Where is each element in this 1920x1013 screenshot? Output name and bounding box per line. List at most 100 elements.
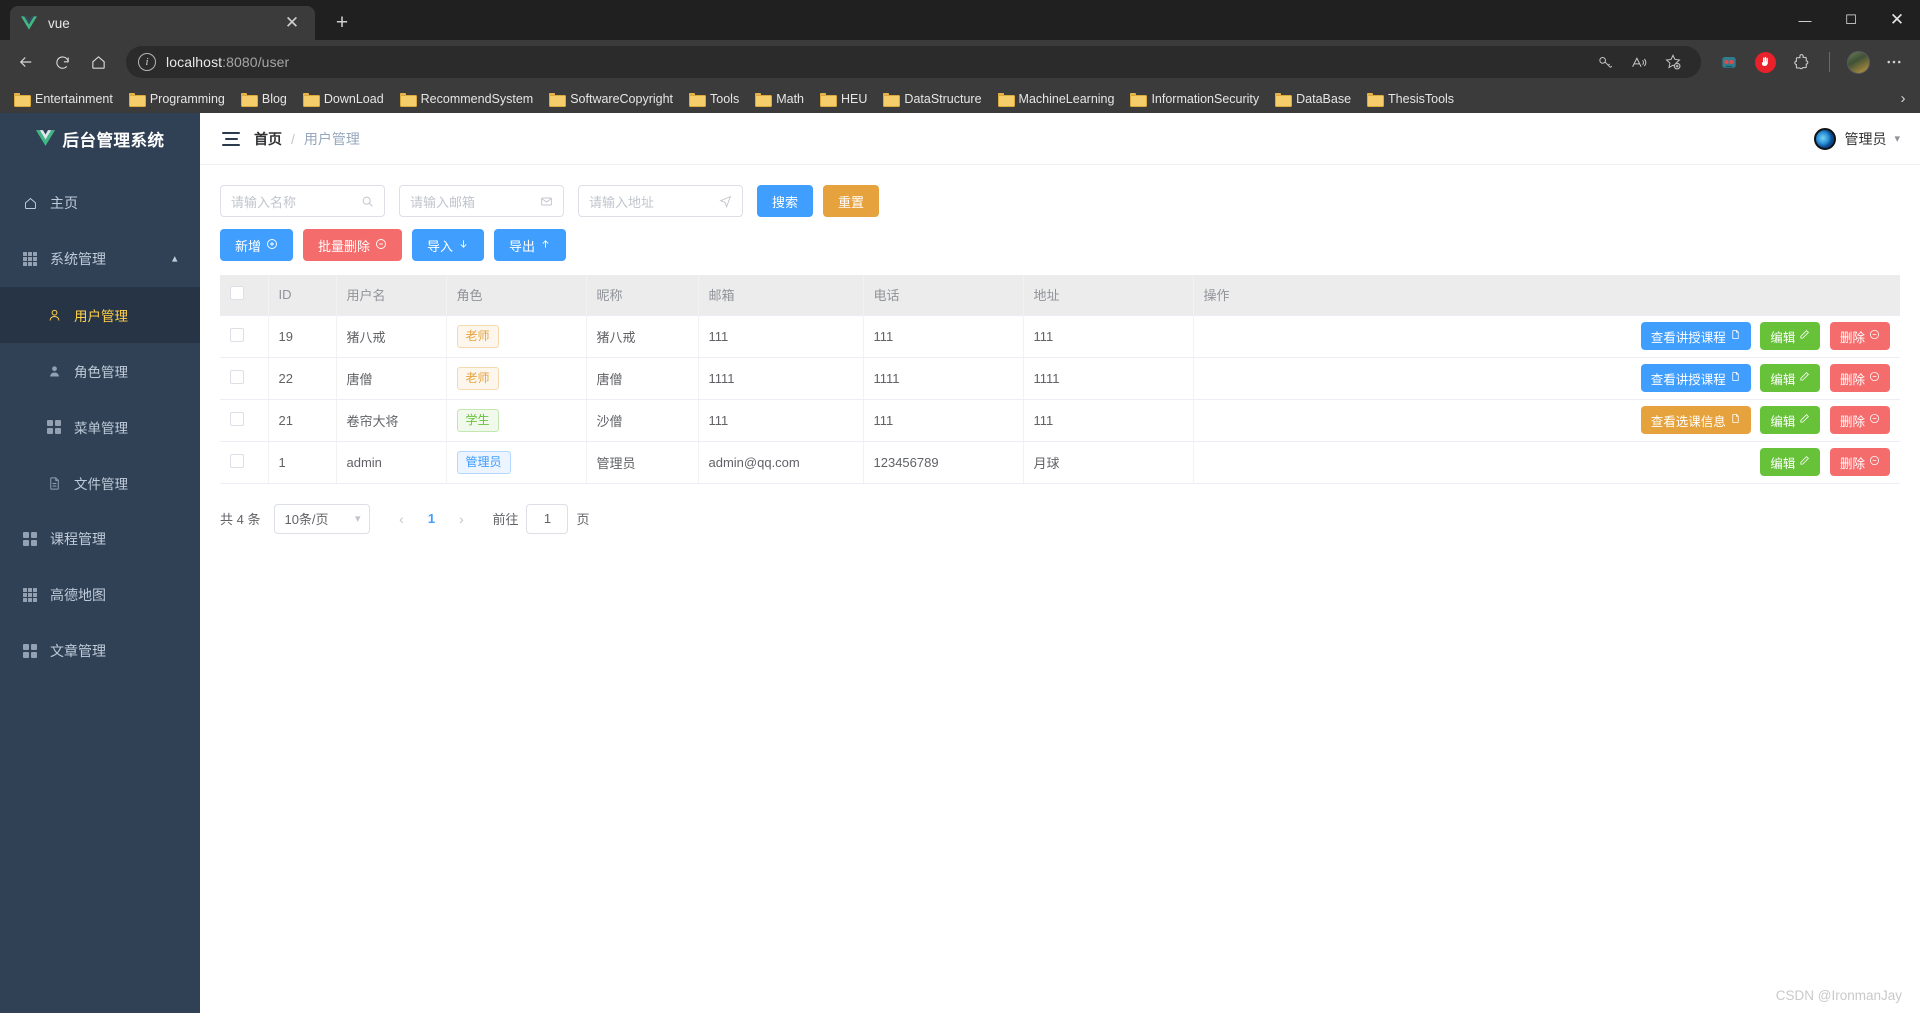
minimize-button[interactable]: — — [1782, 0, 1828, 40]
sidebar-logo[interactable]: 后台管理系统 — [0, 113, 200, 165]
sidebar-item-amap[interactable]: 高德地图 — [0, 567, 200, 623]
circle-minus-icon — [1869, 329, 1880, 343]
chevron-right-icon[interactable]: › — [1892, 90, 1914, 107]
reset-button[interactable]: 重置 — [823, 185, 880, 217]
profile-avatar-icon[interactable] — [1842, 46, 1874, 78]
search-button[interactable]: 搜索 — [757, 185, 814, 217]
table-row[interactable]: 1 admin 管理员 管理员 admin@qq.com 123456789 月… — [220, 441, 1900, 484]
view-taught-courses-button[interactable]: 查看讲授课程 — [1640, 322, 1751, 350]
bookmark-item[interactable]: Blog — [233, 89, 295, 109]
table-row[interactable]: 21 卷帘大将 学生 沙僧 111 111 111 查看选课信息 编辑 删除 — [220, 399, 1900, 442]
url-path: :8080/user — [222, 54, 290, 70]
adblock-stop-hand-icon[interactable] — [1749, 46, 1781, 78]
window-close-button[interactable]: ✕ — [1874, 0, 1920, 40]
edit-button[interactable]: 编辑 — [1760, 322, 1821, 350]
prev-page-button[interactable]: ‹ — [386, 511, 416, 527]
more-options-icon[interactable] — [1878, 46, 1910, 78]
sidebar-item-label: 菜单管理 — [74, 421, 128, 436]
bookmark-item[interactable]: Tools — [681, 89, 747, 109]
sidebar-item-menu-management[interactable]: 菜单管理 — [0, 399, 200, 455]
name-placeholder: 请输入名称 — [231, 194, 297, 210]
delete-button[interactable]: 删除 — [1829, 448, 1890, 476]
sidebar-item-system[interactable]: 系统管理 ▾ — [0, 231, 200, 287]
bookmark-item[interactable]: ThesisTools — [1359, 89, 1462, 109]
home-icon[interactable] — [82, 46, 114, 78]
checkbox-icon[interactable] — [230, 411, 244, 426]
add-button[interactable]: 新增 — [220, 229, 294, 261]
address-bar[interactable]: i localhost:8080/user — [126, 46, 1701, 78]
info-icon[interactable]: i — [138, 53, 156, 71]
search-address-input[interactable]: 请输入地址 — [578, 185, 743, 217]
operations-bar: 新增 批量删除 导入 导出 — [220, 229, 1900, 261]
bookmark-item[interactable]: InformationSecurity — [1122, 89, 1267, 109]
table-row[interactable]: 19 猪八戒 老师 猪八戒 111 111 111 查看讲授课程 编辑 删除 — [220, 315, 1900, 358]
sidebar-item-home[interactable]: 主页 — [0, 175, 200, 231]
extension-robot-icon[interactable] — [1713, 46, 1745, 78]
topbar-user-menu[interactable]: 管理员 ▾ — [1814, 127, 1900, 150]
menu-collapse-icon[interactable] — [222, 131, 240, 146]
edit-button[interactable]: 编辑 — [1760, 364, 1821, 392]
read-aloud-icon[interactable] — [1623, 46, 1655, 78]
view-taught-courses-button[interactable]: 查看讲授课程 — [1640, 364, 1751, 392]
view-enrollment-info-button[interactable]: 查看选课信息 — [1640, 406, 1751, 434]
row-checkbox-cell[interactable] — [220, 441, 269, 484]
close-icon[interactable]: ✕ — [279, 10, 305, 36]
row-checkbox-cell[interactable] — [220, 357, 269, 400]
jump-page-input[interactable]: 1 — [526, 503, 569, 534]
bookmark-label: DataBase — [1296, 91, 1352, 106]
edit-button[interactable]: 编辑 — [1760, 406, 1821, 434]
sidebar-item-label: 文件管理 — [74, 477, 128, 492]
checkbox-icon[interactable] — [230, 327, 244, 342]
bookmark-item[interactable]: Math — [747, 89, 812, 109]
table-header-id: ID — [268, 275, 337, 316]
maximize-button[interactable]: ☐ — [1828, 0, 1874, 40]
key-icon[interactable] — [1589, 46, 1621, 78]
table-row[interactable]: 22 唐僧 老师 唐僧 1111 1111 1111 查看讲授课程 编辑 删除 — [220, 357, 1900, 400]
batch-delete-button[interactable]: 批量删除 — [303, 229, 403, 261]
sidebar-item-user-management[interactable]: 用户管理 — [0, 287, 200, 343]
checkbox-icon[interactable] — [230, 453, 244, 468]
export-button[interactable]: 导出 — [494, 229, 567, 261]
sidebar-item-file-management[interactable]: 文件管理 — [0, 455, 200, 511]
delete-button[interactable]: 删除 — [1829, 364, 1890, 392]
bookmark-item[interactable]: Programming — [121, 89, 233, 109]
bookmark-item[interactable]: RecommendSystem — [392, 89, 542, 109]
delete-button[interactable]: 删除 — [1829, 322, 1890, 350]
back-arrow-icon[interactable] — [10, 46, 42, 78]
bookmark-item[interactable]: MachineLearning — [990, 89, 1123, 109]
sidebar-item-article-management[interactable]: 文章管理 — [0, 623, 200, 679]
new-tab-button[interactable]: + — [329, 10, 355, 36]
search-email-input[interactable]: 请输入邮箱 — [399, 185, 564, 217]
cell-phone: 111 — [863, 399, 1024, 442]
extension-puzzle-icon[interactable] — [1785, 46, 1817, 78]
row-checkbox-cell[interactable] — [220, 399, 269, 442]
checkbox-icon[interactable] — [230, 286, 244, 301]
cell-nickname: 唐僧 — [586, 357, 699, 400]
bookmark-item[interactable]: DownLoad — [295, 89, 392, 109]
table-header-select-all[interactable] — [220, 275, 269, 316]
browser-tab[interactable]: vue ✕ — [10, 6, 315, 40]
edit-button[interactable]: 编辑 — [1760, 448, 1821, 476]
breadcrumb-home[interactable]: 首页 — [254, 129, 282, 149]
bookmark-item[interactable]: HEU — [812, 89, 875, 109]
content-area: 首页 / 用户管理 管理员 ▾ 请输入名称 请输入邮箱 请输入地址 搜索 重置 … — [200, 113, 1920, 1013]
import-button[interactable]: 导入 — [412, 229, 485, 261]
sidebar-item-role-management[interactable]: 角色管理 — [0, 343, 200, 399]
table-header-email: 邮箱 — [698, 275, 864, 316]
bookmark-item[interactable]: SoftwareCopyright — [541, 89, 681, 109]
row-checkbox-cell[interactable] — [220, 315, 269, 358]
bookmark-item[interactable]: DataBase — [1267, 89, 1359, 109]
next-page-button[interactable]: › — [446, 511, 476, 527]
view-enrollment-info-label: 查看选课信息 — [1650, 414, 1726, 429]
checkbox-icon[interactable] — [230, 369, 244, 384]
page-number-1[interactable]: 1 — [416, 511, 446, 526]
cell-username: 猪八戒 — [336, 315, 447, 358]
bookmark-item[interactable]: Entertainment — [6, 89, 121, 109]
page-size-select[interactable]: 10条/页 ▾ — [274, 503, 371, 534]
search-name-input[interactable]: 请输入名称 — [220, 185, 385, 217]
delete-button[interactable]: 删除 — [1829, 406, 1890, 434]
add-favorite-icon[interactable] — [1657, 46, 1689, 78]
reload-icon[interactable] — [46, 46, 78, 78]
bookmark-item[interactable]: DataStructure — [875, 89, 989, 109]
sidebar-item-course-management[interactable]: 课程管理 — [0, 511, 200, 567]
